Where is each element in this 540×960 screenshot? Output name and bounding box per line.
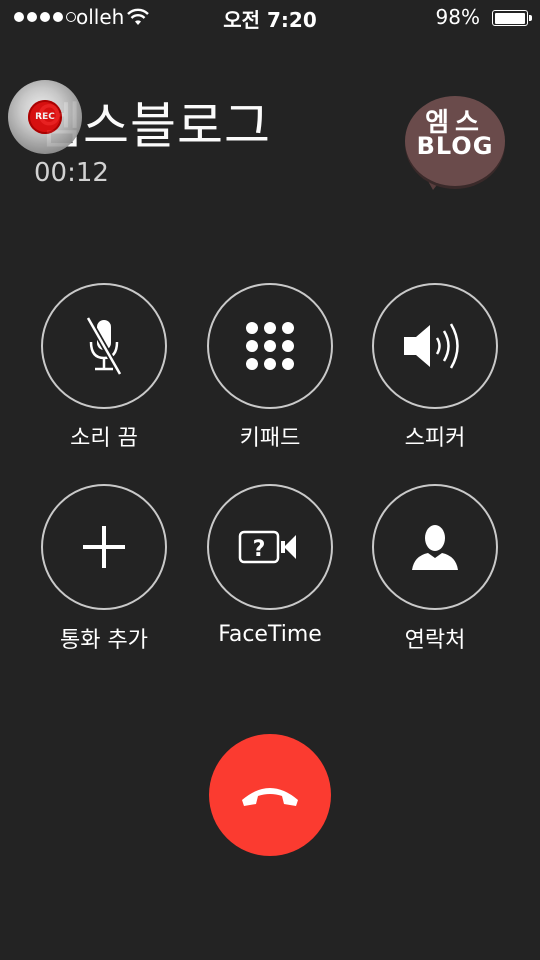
hang-up-icon (242, 788, 298, 806)
blog-logo-text-bottom: BLOG (416, 132, 494, 160)
speaker-icon (404, 323, 459, 369)
call-duration: 00:12 (34, 158, 109, 188)
speaker-label: 스피커 (404, 426, 466, 451)
plus-icon (83, 526, 125, 568)
keypad-label: 키패드 (239, 426, 301, 451)
person-icon (412, 525, 458, 570)
contacts-label: 연락처 (404, 628, 466, 653)
add-call-label: 통화 추가 (60, 628, 148, 653)
speaker-button[interactable] (372, 283, 498, 409)
facetime-label: FaceTime (218, 622, 322, 647)
mic-muted-icon (85, 316, 123, 376)
battery-icon (492, 10, 528, 26)
mute-label: 소리 끔 (70, 426, 138, 451)
contacts-button[interactable] (372, 484, 498, 610)
keypad-button[interactable] (207, 283, 333, 409)
rec-badge[interactable]: REC (8, 80, 82, 154)
keypad-icon (246, 322, 294, 370)
battery-percent: 98% (435, 5, 480, 29)
facetime-button[interactable]: ? (207, 484, 333, 610)
mute-button[interactable] (41, 283, 167, 409)
status-bar: olleh 오전 7:20 98% (0, 0, 540, 36)
facetime-unknown-icon: ? (238, 530, 296, 564)
svg-text:?: ? (253, 537, 266, 562)
battery-tip (529, 15, 532, 21)
add-call-button[interactable] (41, 484, 167, 610)
battery-fill (494, 12, 525, 24)
end-call-button[interactable] (209, 734, 331, 856)
blog-logo: 엠스 BLOG (405, 96, 505, 190)
rec-label: REC (28, 100, 62, 134)
